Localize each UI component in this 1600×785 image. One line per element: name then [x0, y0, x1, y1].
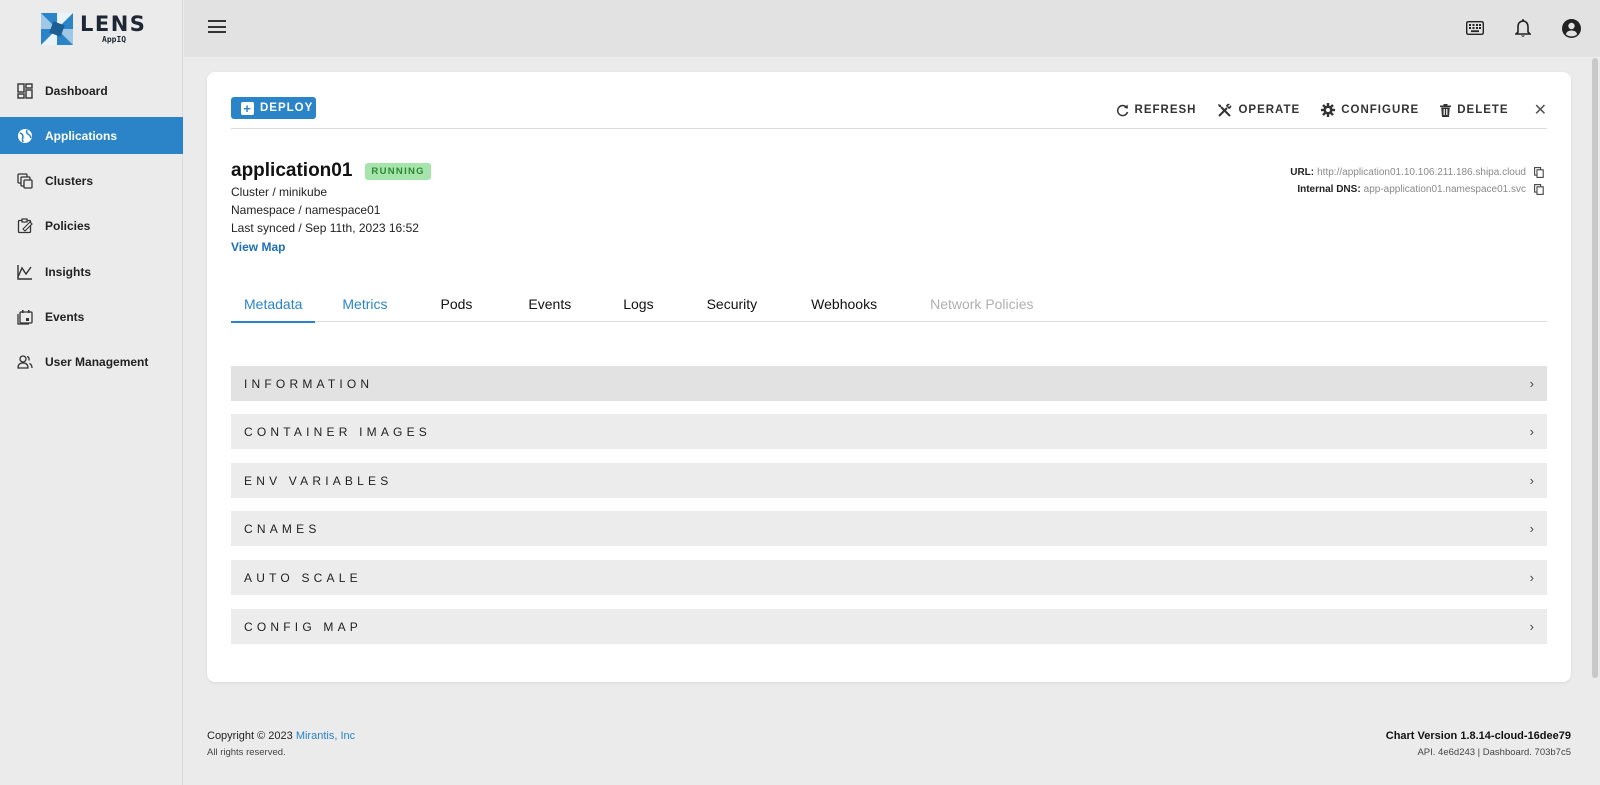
section-information[interactable]: INFORMATION › [231, 366, 1547, 401]
deploy-button[interactable]: + DEPLOY [231, 97, 316, 119]
cluster-info: Cluster / minikube [231, 185, 328, 199]
configure-button[interactable]: CONFIGURE [1321, 103, 1419, 117]
url-value[interactable]: http://application01.10.106.211.186.ship… [1317, 167, 1526, 178]
sidebar-item-label: Applications [45, 128, 118, 143]
section-auto-scale[interactable]: AUTO SCALE › [231, 560, 1547, 595]
dns-label: Internal DNS: [1297, 184, 1361, 195]
tab-logs[interactable]: Logs [610, 286, 666, 322]
sidebar-item-dashboard[interactable]: Dashboard [0, 72, 183, 109]
section-label: ENV VARIABLES [244, 473, 393, 488]
lens-aperture-logo-icon [41, 13, 73, 45]
globe-icon [17, 128, 33, 144]
detail-tabs: Metadata Metrics Pods Events Logs Securi… [231, 286, 1547, 323]
keyboard-icon[interactable] [1464, 17, 1486, 39]
view-map-link[interactable]: View Map [231, 240, 285, 254]
delete-button[interactable]: DELETE [1440, 103, 1509, 117]
build-info: API. 4e6d243 | Dashboard. 703b7c5 [1417, 747, 1571, 758]
footer-copyright: Copyright © 2023 Mirantis, Inc All right… [207, 730, 355, 758]
namespace-info: Namespace / namespace01 [231, 203, 381, 217]
section-label: CNAMES [244, 521, 321, 536]
sidebar-item-label: User Management [45, 355, 149, 370]
url-label: URL: [1290, 167, 1315, 178]
policies-icon [17, 218, 33, 234]
users-icon [17, 354, 33, 370]
page-title: application01 [231, 160, 353, 181]
configure-label: CONFIGURE [1341, 104, 1420, 116]
sidebar-item-label: Dashboard [45, 83, 108, 98]
status-badge: RUNNING [365, 162, 431, 180]
tab-metadata[interactable]: Metadata [231, 286, 316, 323]
section-label: INFORMATION [244, 376, 374, 391]
sidebar-item-label: Events [45, 309, 85, 324]
tab-security[interactable]: Security [694, 286, 771, 322]
deploy-button-label: DEPLOY [260, 102, 314, 114]
tab-events[interactable]: Events [515, 286, 584, 322]
operate-label: OPERATE [1238, 104, 1301, 116]
trash-icon [1440, 103, 1452, 117]
application-detail-card: + DEPLOY REFRESH OPERATE CONFIGURE DELET… [207, 72, 1571, 682]
sidebar-item-label: Policies [45, 219, 91, 234]
chevron-right-icon: › [1529, 521, 1534, 536]
account-icon[interactable] [1560, 17, 1582, 39]
tab-metrics[interactable]: Metrics [329, 286, 400, 322]
sidebar-item-label: Clusters [45, 174, 94, 189]
divider [231, 128, 1547, 129]
chevron-right-icon: › [1529, 424, 1534, 439]
tab-network-policies: Network Policies [930, 296, 1034, 312]
lens-logo[interactable]: LENS AppIQ [41, 12, 146, 46]
dashboard-icon [17, 82, 33, 99]
chevron-right-icon: › [1529, 619, 1534, 634]
section-label: AUTO SCALE [244, 570, 362, 585]
gear-icon [1321, 103, 1336, 117]
top-bar [184, 0, 1600, 57]
insights-chart-icon [17, 264, 33, 280]
logo-subtitle: AppIQ [102, 35, 127, 44]
sidebar-item-events[interactable]: Events [0, 298, 183, 335]
rights-text: All rights reserved. [207, 747, 286, 758]
operate-button[interactable]: OPERATE [1217, 103, 1300, 118]
footer-version: Chart Version 1.8.14-cloud-16dee79 API. … [1386, 730, 1571, 758]
delete-label: DELETE [1457, 104, 1509, 116]
plus-icon: + [241, 101, 254, 115]
action-toolbar: REFRESH OPERATE CONFIGURE DELETE ✕ [1116, 100, 1547, 120]
last-synced-info: Last synced / Sep 11th, 2023 16:52 [231, 221, 419, 235]
section-config-map[interactable]: CONFIG MAP › [231, 609, 1547, 644]
sidebar-item-clusters[interactable]: Clusters [0, 163, 183, 200]
refresh-button[interactable]: REFRESH [1116, 104, 1197, 117]
copyright-text: Copyright © 2023 [207, 730, 296, 742]
section-label: CONTAINER IMAGES [244, 424, 431, 439]
sidebar: LENS AppIQ Dashboard Applications Cluste… [0, 0, 183, 785]
chevron-right-icon: › [1529, 473, 1534, 488]
endpoint-info: URL: http://application01.10.106.211.186… [1290, 164, 1544, 198]
sidebar-item-policies[interactable]: Policies [0, 208, 183, 245]
sidebar-nav: Dashboard Applications Clusters Policies… [0, 72, 183, 389]
sidebar-item-user-management[interactable]: User Management [0, 344, 183, 381]
sidebar-item-insights[interactable]: Insights [0, 253, 183, 290]
tab-pods[interactable]: Pods [428, 286, 486, 322]
chevron-right-icon: › [1529, 570, 1534, 585]
logo-title: LENS [80, 12, 147, 36]
section-env-variables[interactable]: ENV VARIABLES › [231, 463, 1547, 498]
copy-icon[interactable] [1534, 184, 1544, 195]
bell-icon[interactable] [1512, 17, 1534, 39]
refresh-icon [1116, 104, 1128, 116]
tab-webhooks[interactable]: Webhooks [798, 286, 890, 322]
section-label: CONFIG MAP [244, 619, 363, 634]
chevron-right-icon: › [1529, 376, 1534, 391]
close-icon[interactable]: ✕ [1534, 100, 1547, 120]
section-container-images[interactable]: CONTAINER IMAGES › [231, 414, 1547, 449]
refresh-label: REFRESH [1134, 104, 1197, 116]
sidebar-item-applications[interactable]: Applications [0, 117, 183, 155]
sidebar-item-label: Insights [45, 264, 92, 279]
clusters-icon [17, 173, 33, 189]
menu-toggle-icon[interactable] [208, 20, 226, 36]
page-scrollbar[interactable] [1592, 58, 1598, 678]
tools-icon [1218, 103, 1232, 117]
dns-value[interactable]: app-application01.namespace01.svc [1364, 184, 1526, 195]
copy-icon[interactable] [1534, 167, 1544, 178]
section-cnames[interactable]: CNAMES › [231, 511, 1547, 546]
company-link[interactable]: Mirantis, Inc [296, 730, 355, 742]
events-icon [17, 309, 33, 325]
chart-version: Chart Version 1.8.14-cloud-16dee79 [1385, 730, 1571, 742]
